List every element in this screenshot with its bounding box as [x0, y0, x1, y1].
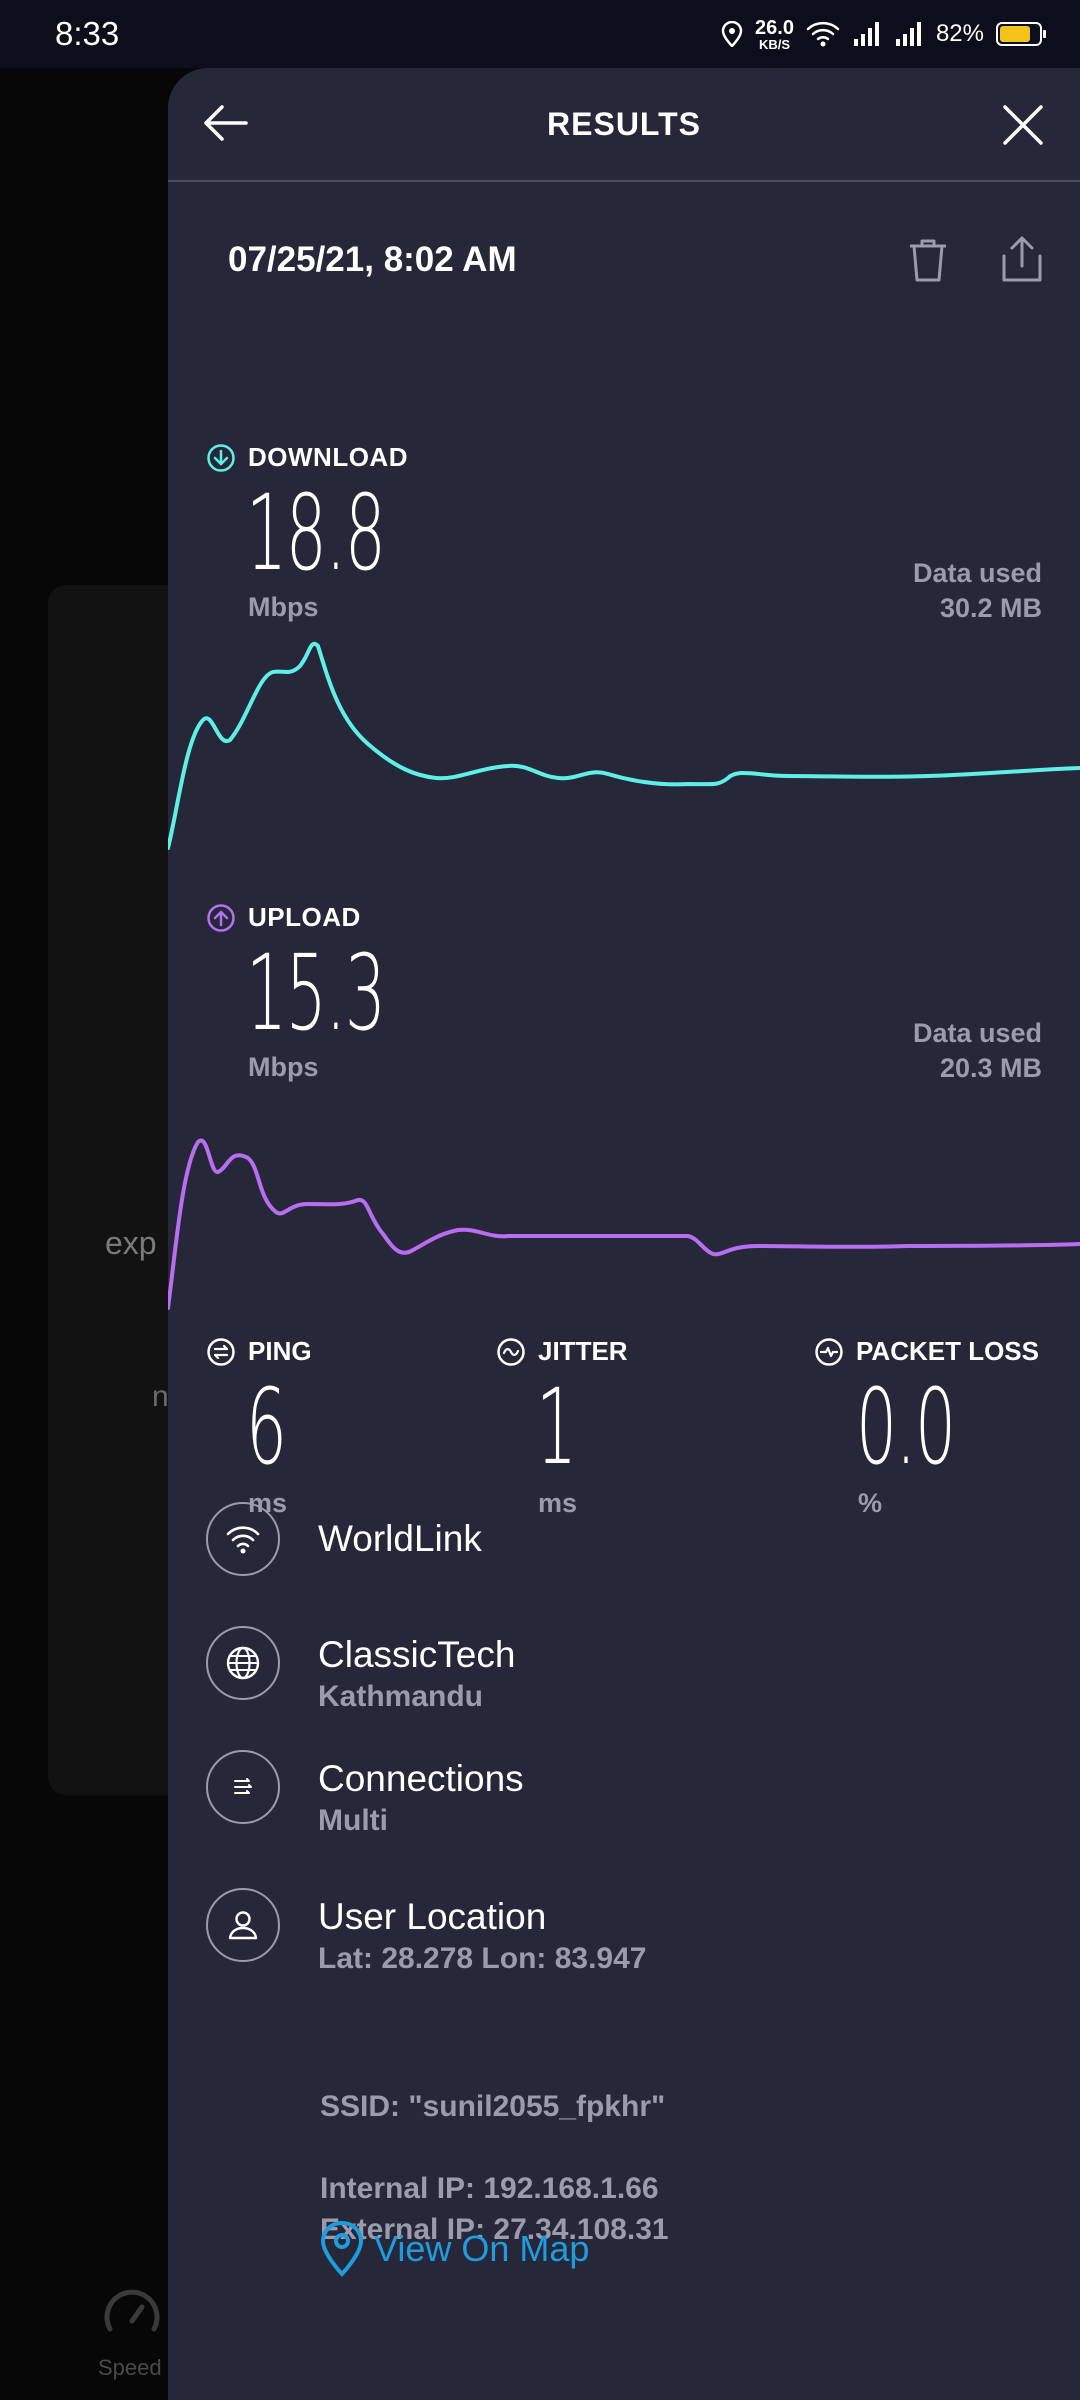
status-time: 8:33 — [55, 15, 120, 52]
packet-loss-label: PACKET LOSS — [814, 1336, 1039, 1367]
connections-mode: Multi — [318, 1804, 388, 1837]
ssid-text: SSID: "sunil2055_fpkhr" — [320, 2090, 666, 2123]
jitter-value: 1 — [536, 1366, 577, 1488]
jitter-label-text: JITTER — [538, 1336, 628, 1366]
wifi-icon — [806, 21, 840, 47]
status-bar: 8:33 26.0 KB/S 82% — [0, 0, 1080, 68]
close-icon[interactable] — [1002, 104, 1044, 146]
page-title: RESULTS — [547, 106, 701, 142]
trash-icon[interactable] — [906, 236, 950, 284]
user-coordinates: Lat: 28.278 Lon: 83.947 — [318, 1942, 647, 1975]
connections-icon-circle — [206, 1750, 280, 1824]
upload-data-used-value: 20.3 MB — [939, 1053, 1042, 1083]
speedometer-icon — [104, 2289, 160, 2332]
connections-icon — [234, 1778, 252, 1794]
user-location-text: User Location Lat: 28.278 Lon: 83.947 — [318, 1888, 646, 1976]
user-location-row: User Location Lat: 28.278 Lon: 83.947 — [206, 1888, 646, 1976]
packet-loss-value: 0.0 — [856, 1366, 956, 1488]
connections-title: Connections — [318, 1758, 524, 1799]
network-speed-value: 26.0 — [755, 16, 794, 39]
view-on-map-label: View On Map — [374, 2228, 590, 2269]
location-icon — [721, 21, 743, 47]
ping-label: PING — [206, 1336, 312, 1367]
download-icon — [207, 443, 235, 472]
share-icon[interactable] — [998, 234, 1046, 284]
background-text-2: n — [152, 1380, 169, 1413]
wifi-icon — [226, 1526, 260, 1554]
upload-value: 15.3 — [246, 932, 386, 1054]
connections-row: Connections Multi — [206, 1750, 524, 1838]
isp-name: WorldLink — [318, 1518, 482, 1559]
download-graph — [168, 642, 1080, 850]
results-panel: RESULTS 07/25/21, 8:02 AM DOWNLOAD 18.8 … — [168, 68, 1080, 2400]
globe-icon — [226, 1646, 260, 1680]
download-data-used: Data used 30.2 MB — [913, 556, 1042, 626]
packet-loss-label-text: PACKET LOSS — [856, 1336, 1039, 1366]
server-text: ClassicTech Kathmandu — [318, 1626, 515, 1714]
jitter-icon — [497, 1337, 525, 1366]
server-location: Kathmandu — [318, 1680, 483, 1713]
upload-data-used: Data used 20.3 MB — [913, 1016, 1042, 1086]
isp-icon-circle — [206, 1502, 280, 1576]
isp-row: WorldLink — [206, 1502, 482, 1576]
jitter-metric: JITTER — [496, 1336, 628, 1367]
user-icon — [228, 1911, 258, 1940]
ping-value: 6 — [246, 1366, 287, 1488]
download-value: 18.8 — [246, 472, 386, 594]
status-icons: 26.0 KB/S 82% — [721, 18, 1046, 51]
signal-icon-1 — [853, 22, 879, 46]
ping-icon — [207, 1337, 235, 1366]
signal-icon-2 — [895, 22, 921, 46]
results-header: RESULTS — [168, 68, 1080, 182]
server-name: ClassicTech — [318, 1634, 516, 1675]
connections-text: Connections Multi — [318, 1750, 524, 1838]
upload-graph — [168, 1138, 1080, 1310]
user-icon-circle — [206, 1888, 280, 1962]
jitter-unit: ms — [538, 1488, 578, 1518]
download-label-text: DOWNLOAD — [248, 442, 408, 472]
packet-loss-unit: % — [858, 1488, 883, 1518]
download-data-used-label: Data used — [912, 558, 1042, 588]
upload-data-used-label: Data used — [912, 1018, 1042, 1048]
server-row[interactable]: ClassicTech Kathmandu — [206, 1626, 515, 1714]
server-icon-circle — [206, 1626, 280, 1700]
network-speed-unit: KB/S — [758, 36, 791, 52]
upload-icon — [207, 903, 235, 932]
isp-text: WorldLink — [318, 1502, 482, 1560]
battery-icon — [996, 22, 1046, 46]
network-speed: 26.0 KB/S — [755, 18, 794, 51]
upload-label: UPLOAD — [206, 902, 361, 933]
upload-unit: Mbps — [248, 1052, 319, 1082]
jitter-label: JITTER — [496, 1336, 628, 1367]
map-pin-icon — [320, 2220, 364, 2277]
upload-label-text: UPLOAD — [248, 902, 361, 932]
nav-speed-label: Speed — [98, 2355, 162, 2380]
result-datetime: 07/25/21, 8:02 AM — [228, 240, 517, 279]
internal-ip: Internal IP: 192.168.1.66 — [320, 2172, 659, 2205]
background-text: exp — [105, 1225, 157, 1261]
view-on-map-link[interactable]: View On Map — [318, 2220, 589, 2278]
download-label: DOWNLOAD — [206, 442, 408, 473]
ping-label-text: PING — [248, 1336, 312, 1366]
packet-loss-icon — [815, 1337, 843, 1366]
battery-percent: 82% — [935, 20, 984, 47]
ping-metric: PING — [206, 1336, 312, 1367]
packet-loss-metric: PACKET LOSS — [814, 1336, 1039, 1367]
user-location-title: User Location — [318, 1896, 547, 1937]
